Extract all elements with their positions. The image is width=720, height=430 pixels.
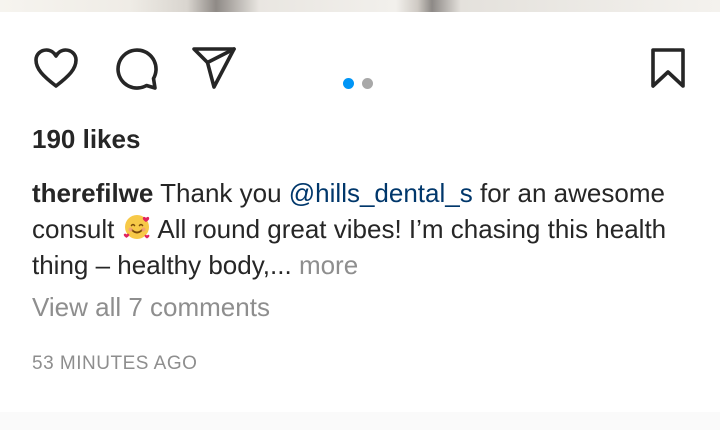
carousel-dot-active	[343, 78, 354, 89]
likes-count[interactable]: 190 likes	[32, 124, 140, 155]
divider	[0, 412, 720, 430]
comment-button[interactable]	[112, 44, 160, 92]
view-comments-link[interactable]: View all 7 comments	[32, 292, 270, 323]
carousel-indicator	[343, 78, 373, 89]
bookmark-icon	[651, 48, 685, 88]
caption-mention[interactable]: @hills_dental_s	[289, 178, 473, 208]
save-button[interactable]	[644, 44, 692, 92]
carousel-dot	[362, 78, 373, 89]
share-icon	[192, 47, 236, 89]
more-link[interactable]: more	[299, 250, 358, 280]
comment-icon	[116, 48, 158, 90]
post-timestamp: 53 MINUTES AGO	[32, 353, 198, 374]
post-footer: 190 likes therefilwe Thank you @hills_de…	[0, 0, 720, 430]
smiling-face-with-hearts-icon	[123, 215, 150, 239]
like-button[interactable]	[32, 44, 80, 92]
caption-username[interactable]: therefilwe	[32, 178, 153, 208]
heart-icon	[34, 48, 78, 88]
post-caption: therefilwe Thank you @hills_dental_s for…	[32, 175, 672, 283]
action-bar	[0, 36, 720, 100]
post-image[interactable]	[0, 0, 720, 12]
share-button[interactable]	[190, 44, 238, 92]
caption-text: Thank you	[160, 178, 282, 208]
